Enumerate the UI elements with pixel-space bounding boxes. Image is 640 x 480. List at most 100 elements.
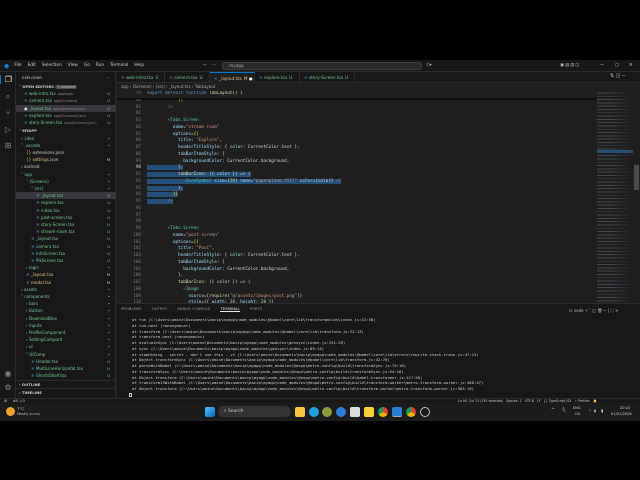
tree-item[interactable]: › ProfileComponent • xyxy=(16,329,116,336)
menu-selection[interactable]: Selection xyxy=(42,63,62,68)
maximize-button[interactable]: ▢ xyxy=(615,63,619,68)
menu-edit[interactable]: Edit xyxy=(28,63,36,68)
nav-back-icon[interactable]: ← xyxy=(203,63,207,68)
search-icon[interactable]: ⌕ xyxy=(0,92,16,102)
tree-item[interactable]: ⚛ stream-room.tsx U xyxy=(16,228,116,235)
account-icon[interactable]: ◉ xyxy=(0,369,16,378)
tree-item[interactable]: ˅ app • xyxy=(16,171,116,178)
more-actions-icon[interactable]: ··· xyxy=(106,74,110,81)
panel-tab-debug-console[interactable]: DEBUG CONSOLE xyxy=(177,306,210,312)
source-control-icon[interactable]: ⑂ xyxy=(0,108,16,117)
tree-item[interactable]: ⚛ story-Screen.tsx U xyxy=(16,221,116,228)
tree-item[interactable]: ⚛ _layout.tsx U xyxy=(16,192,116,200)
tree-item[interactable]: ⚛ MultiLineHorizontal.tsx U xyxy=(16,365,116,372)
breadcrumb-item[interactable]: app xyxy=(121,84,129,89)
chrome-icon[interactable] xyxy=(378,407,388,417)
clock-date[interactable]: 01/01/2026 xyxy=(611,412,632,416)
vscode-taskbar-icon[interactable] xyxy=(392,407,402,417)
tree-item[interactable]: ⚛ Header.tsx U xyxy=(16,358,116,365)
open-editor-item[interactable]: ⚛ web-intro.tsx app\login U xyxy=(16,90,116,97)
panel-tab-ports[interactable]: PORTS xyxy=(250,306,262,312)
outline-header[interactable]: › OUTLINE xyxy=(16,380,116,387)
breadcrumb-item[interactable]: _layout.tsx xyxy=(169,84,191,89)
tree-item[interactable]: › android xyxy=(16,163,116,170)
unsaved-dot-icon[interactable]: ● xyxy=(248,76,253,81)
tree-item[interactable]: ⚛ index.tsx U xyxy=(16,207,116,214)
explorer-icon[interactable]: ❐ xyxy=(0,75,16,84)
weather-temp[interactable]: 7°C xyxy=(17,406,24,411)
run-debug-icon[interactable]: ▷ xyxy=(0,125,16,134)
tab-web-intro-tsx[interactable]: ⚛ web-intro.tsx U xyxy=(117,72,165,83)
tree-item[interactable]: › .idea • xyxy=(16,135,116,142)
copilot-icon[interactable]: ⊙▾ xyxy=(426,63,432,68)
editor-actions[interactable]: ⇅ ◫ ─ xyxy=(610,73,625,79)
tab-explore-tsx[interactable]: ⚛ explore.tsx U xyxy=(255,72,300,83)
taskbar-search[interactable]: ⌕ Search xyxy=(218,406,291,417)
project-header[interactable]: ˅ MYAPP xyxy=(16,127,116,134)
menu-view[interactable]: View xyxy=(68,63,78,68)
github-icon[interactable] xyxy=(420,407,430,417)
tree-item[interactable]: {} settings.json M xyxy=(16,156,116,163)
tree-item[interactable]: ˅ (src) • xyxy=(16,185,116,192)
menu-file[interactable]: File xyxy=(14,63,21,68)
tab-story-screen-tsx[interactable]: ⚛ story-Screen.tsx U xyxy=(300,72,355,83)
tab--layout-tsx[interactable]: ⚛ _layout.tsx M ● xyxy=(210,72,255,83)
tray-chevron-icon[interactable]: ^ xyxy=(551,408,555,413)
nav-forward-icon[interactable]: → xyxy=(212,63,216,68)
tree-item[interactable]: › inputs • xyxy=(16,322,116,329)
tree-item[interactable]: ⚛ PikScreen.tsx U xyxy=(16,257,116,264)
tree-item[interactable]: ˅ UIComp • xyxy=(16,351,116,358)
start-button[interactable] xyxy=(205,407,215,417)
extensions-icon[interactable]: ⊞ xyxy=(0,141,16,150)
panel-tab-problems[interactable]: PROBLEMS xyxy=(121,306,142,312)
open-editor-item[interactable]: ⚛ camera.tsx app\(Screens) U xyxy=(16,97,116,104)
tree-item[interactable]: › Button • xyxy=(16,307,116,314)
clock-time[interactable]: 20:22 xyxy=(620,406,630,410)
input-language[interactable]: ENG xyxy=(573,406,581,410)
minimap[interactable] xyxy=(597,91,633,303)
menu-help[interactable]: Help xyxy=(134,63,144,68)
wifi-icon[interactable]: ⌔ xyxy=(588,408,592,414)
file-explorer-icon[interactable] xyxy=(295,407,305,417)
tree-item[interactable]: › ui • xyxy=(16,343,116,350)
app-icon-1[interactable] xyxy=(322,407,332,417)
editor-scrollbar[interactable] xyxy=(634,165,639,190)
weather-desc[interactable]: Mostly sunny xyxy=(17,412,40,416)
open-editor-item[interactable]: ⚛ explore.tsx app\(Screens)\(src) U xyxy=(16,112,116,119)
open-editor-item[interactable]: ● _layout.tsx app\(Screens)\(src) U xyxy=(16,104,116,112)
panel-tab-output[interactable]: OUTPUT xyxy=(152,306,167,312)
terminal-toolbar[interactable]: ⊡ node ＋˅ ◫ 🗑 ─ │ ⛶ ✕ xyxy=(569,308,618,314)
tree-item[interactable]: ⚛ ShortsShelf.tsx U xyxy=(16,372,116,379)
minimize-button[interactable]: — xyxy=(600,63,604,68)
tree-item[interactable]: ˅ .vscode • xyxy=(16,142,116,149)
volume-icon[interactable]: ◖ xyxy=(594,408,596,413)
app-icon-2[interactable] xyxy=(336,407,346,417)
tree-item[interactable]: › DownloadBox • xyxy=(16,315,116,322)
close-button[interactable]: ✕ xyxy=(629,63,633,68)
menu-go[interactable]: Go xyxy=(84,63,90,68)
open-editor-item[interactable]: ⚛ story-Screen.tsx app\(Screens)\(src) U xyxy=(16,119,116,126)
tree-item[interactable]: ⚛ camera.tsx U xyxy=(16,243,116,250)
gear-icon[interactable]: ⚙ xyxy=(0,383,16,392)
tree-item[interactable]: ⚛ _layout.tsx M xyxy=(16,271,116,278)
tree-item[interactable]: ˅ components • xyxy=(16,293,116,300)
battery-icon[interactable]: ▮ xyxy=(601,408,603,413)
tree-item[interactable]: ⚛ modal.tsx M xyxy=(16,279,116,286)
tree-item[interactable]: ⚛ _layout.tsx U xyxy=(16,235,116,242)
timeline-header[interactable]: › TIMELINE xyxy=(16,388,116,395)
menu-terminal[interactable]: Terminal xyxy=(110,63,128,68)
tree-item[interactable]: {} extensions.json xyxy=(16,149,116,156)
tree-item[interactable]: ⚛ explore.tsx U xyxy=(16,199,116,206)
edge-icon[interactable] xyxy=(309,407,319,417)
command-center-search[interactable]: myapp xyxy=(222,61,422,70)
tree-item[interactable]: › assets • xyxy=(16,286,116,293)
tree-item[interactable]: ⚛ infoScreen.tsx U xyxy=(16,250,116,257)
layout-icons[interactable]: ▣▥▤◫ xyxy=(560,63,580,68)
tree-item[interactable]: ˅ (Screens) • xyxy=(16,178,116,185)
tree-item[interactable]: › bars • xyxy=(16,300,116,307)
tab-camera-tsx[interactable]: ⚛ camera.tsx U xyxy=(165,72,210,83)
terminal-output[interactable]: at run (C:\Users\amine\Documents\bacip\m… xyxy=(132,317,483,392)
menu-run[interactable]: Run xyxy=(96,63,104,68)
code-editor[interactable]: 79 export default function TabLayout() {8… xyxy=(117,91,597,303)
tree-item[interactable]: › login • xyxy=(16,264,116,271)
